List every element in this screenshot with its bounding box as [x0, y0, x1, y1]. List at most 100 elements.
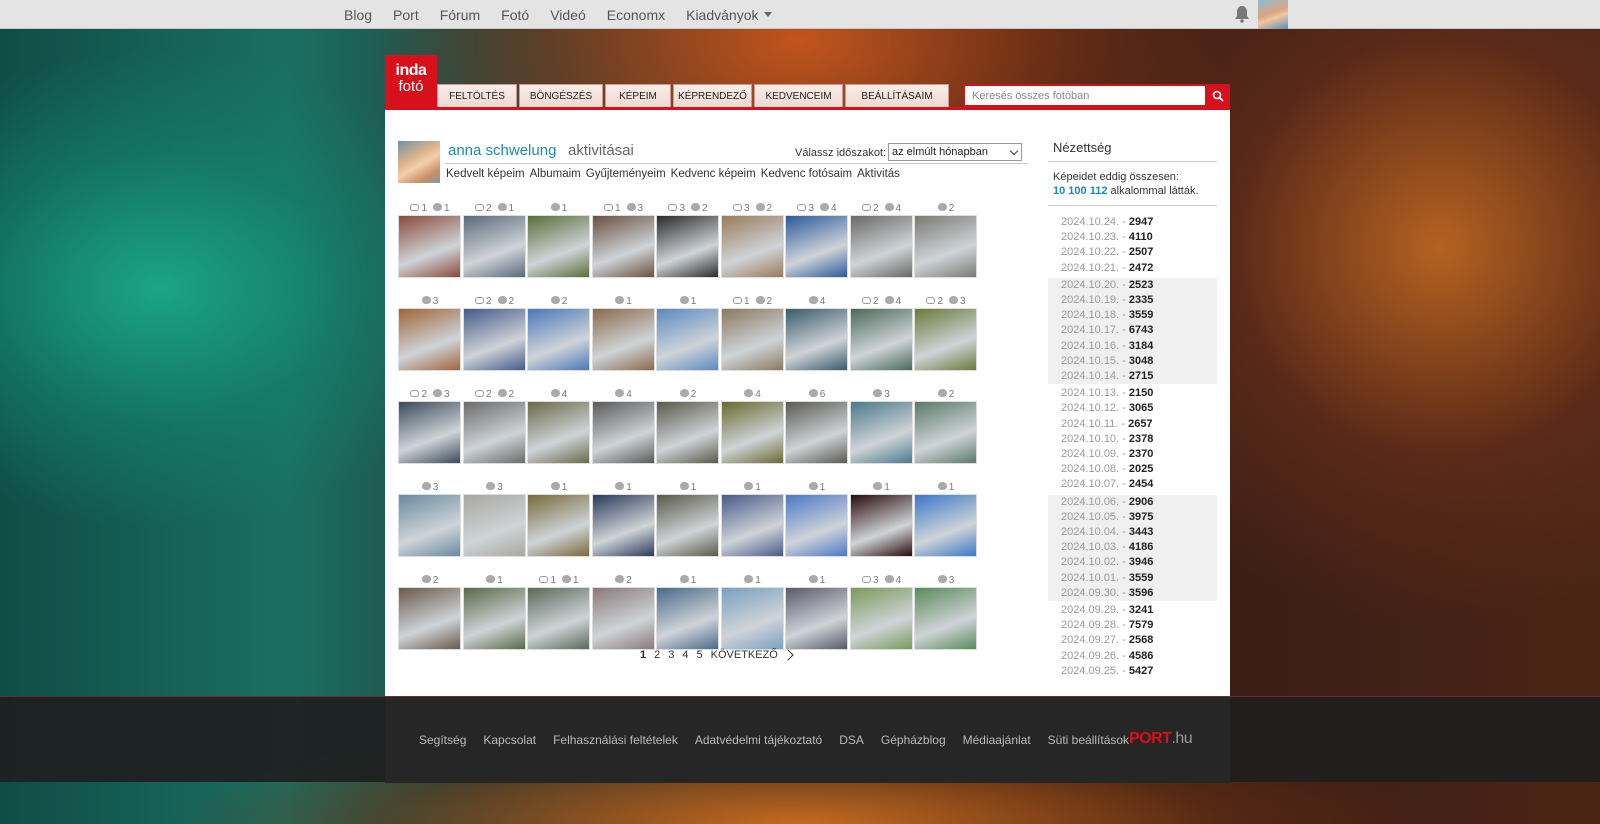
indafoto-logo[interactable]: inda fotó	[385, 55, 437, 107]
photo-thumbnail[interactable]	[914, 494, 977, 557]
page-link-5[interactable]: 5	[697, 649, 703, 661]
profile-sublink[interactable]: Kedvenc képeim	[671, 168, 756, 180]
footer-link[interactable]: Segítség	[419, 733, 466, 747]
photo-thumbnail[interactable]	[720, 308, 784, 371]
photo-thumbnail[interactable]	[720, 587, 784, 650]
photo-thumbnail[interactable]	[785, 401, 848, 464]
top-nav-link-port[interactable]: Port	[393, 7, 419, 23]
photo-thumbnail[interactable]	[527, 587, 590, 650]
photo-thumbnail[interactable]	[591, 215, 655, 278]
top-nav-link-kiadványok[interactable]: Kiadványok	[686, 7, 772, 23]
bell-icon[interactable]	[1234, 5, 1250, 23]
photo-thumbnail[interactable]	[462, 494, 526, 557]
photo-thumbnail[interactable]	[849, 401, 913, 464]
photo-thumbnail[interactable]	[398, 401, 461, 464]
page-link-4[interactable]: 4	[682, 649, 688, 661]
photo-counts: 1	[656, 481, 720, 493]
footer-link[interactable]: Süti beállítások	[1048, 733, 1129, 747]
photo-thumbnail[interactable]	[849, 494, 913, 557]
photo-thumbnail[interactable]	[914, 308, 977, 371]
photo-counts: 23	[398, 388, 462, 400]
photo-thumbnail[interactable]	[462, 587, 526, 650]
heart-icon	[679, 482, 689, 490]
photo-thumbnail[interactable]	[849, 215, 913, 278]
profile-sublink[interactable]: Kedvenc fotósaim	[761, 168, 852, 180]
photo-thumbnail[interactable]	[462, 401, 526, 464]
photo-counts: 1	[592, 295, 656, 307]
photo-counts: 11	[527, 574, 591, 586]
daily-views-row: 2024.10.23. - 4110	[1048, 230, 1217, 245]
page-link-3[interactable]: 3	[668, 649, 674, 661]
photo-thumbnail[interactable]	[914, 587, 977, 650]
photo-thumbnail[interactable]	[398, 215, 461, 278]
footer-link[interactable]: DSA	[839, 733, 864, 747]
profile-sublink[interactable]: Albumaim	[530, 168, 581, 180]
photo-thumbnail[interactable]	[656, 401, 719, 464]
photo-thumbnail[interactable]	[785, 215, 848, 278]
tab-2[interactable]: Képeim	[605, 84, 671, 107]
profile-avatar[interactable]	[398, 141, 440, 183]
like-count: 1	[679, 575, 696, 586]
port-logo[interactable]: PORT.hu	[1129, 730, 1193, 748]
footer-link[interactable]: Felhasználási feltételek	[553, 733, 678, 747]
photo-thumbnail[interactable]	[720, 494, 784, 557]
photo-thumbnail[interactable]	[591, 587, 655, 650]
next-page-link[interactable]: KÖVETKEZŐ	[711, 649, 778, 661]
photo-thumbnail[interactable]	[656, 215, 719, 278]
user-avatar[interactable]	[1258, 0, 1288, 29]
photo-thumbnail[interactable]	[720, 401, 784, 464]
photo-thumbnail[interactable]	[785, 494, 848, 557]
photo-thumbnail[interactable]	[914, 215, 977, 278]
photo-thumbnail[interactable]	[398, 308, 461, 371]
photo-thumbnail[interactable]	[914, 401, 977, 464]
period-select[interactable]: az elmúlt hónapban	[888, 143, 1022, 161]
like-count: 2	[691, 203, 708, 214]
profile-sublink[interactable]: Aktivitás	[857, 168, 900, 180]
photo-thumbnail[interactable]	[720, 215, 784, 278]
photo-thumbnail[interactable]	[849, 308, 913, 371]
tab-5[interactable]: Beállításaim	[845, 84, 949, 107]
photo-thumbnail[interactable]	[785, 587, 848, 650]
tab-4[interactable]: Kedvenceim	[754, 84, 843, 107]
photo-thumbnail[interactable]	[398, 587, 461, 650]
photo-thumbnail[interactable]	[591, 401, 655, 464]
heart-icon	[937, 482, 947, 490]
tab-3[interactable]: Képrendező	[673, 84, 752, 107]
search-button[interactable]	[1205, 84, 1230, 107]
search-icon	[1212, 90, 1224, 102]
photo-thumbnail[interactable]	[527, 401, 590, 464]
photo-thumbnail[interactable]	[591, 308, 655, 371]
photo-thumbnail[interactable]	[527, 215, 590, 278]
daily-views-row: 2024.09.25. - 5427	[1048, 664, 1217, 679]
profile-sublink[interactable]: Kedvelt képeim	[446, 168, 525, 180]
photo-thumbnail[interactable]	[656, 494, 719, 557]
photo-thumbnail[interactable]	[785, 308, 848, 371]
photo-thumbnail[interactable]	[656, 308, 719, 371]
top-nav-link-fórum[interactable]: Fórum	[440, 7, 480, 23]
profile-sublink[interactable]: Gyűjteményeim	[586, 168, 666, 180]
top-nav-link-economx[interactable]: Economx	[607, 7, 665, 23]
top-nav-link-fotó[interactable]: Fotó	[501, 7, 529, 23]
photo-thumbnail[interactable]	[527, 494, 590, 557]
photo-thumbnail[interactable]	[849, 587, 913, 650]
footer-link[interactable]: Adatvédelmi tájékoztató	[695, 733, 822, 747]
top-nav-link-blog[interactable]: Blog	[344, 7, 372, 23]
page-link-2[interactable]: 2	[654, 649, 660, 661]
photo-thumbnail[interactable]	[462, 215, 526, 278]
chevron-right-icon[interactable]	[782, 649, 794, 661]
views-date: 2024.10.17.	[1061, 324, 1120, 337]
search-input[interactable]	[965, 86, 1203, 105]
photo-thumbnail[interactable]	[527, 308, 590, 371]
footer-link[interactable]: Kapcsolat	[483, 733, 536, 747]
photo-thumbnail[interactable]	[591, 494, 655, 557]
tab-0[interactable]: Feltöltés	[437, 84, 517, 107]
tab-1[interactable]: Böngészés	[519, 84, 603, 107]
footer-link[interactable]: Gépházblog	[881, 733, 946, 747]
top-nav-link-videó[interactable]: Videó	[550, 7, 586, 23]
photo-cell: 21	[462, 202, 528, 295]
footer-link[interactable]: Médiaajánlat	[963, 733, 1031, 747]
photo-thumbnail[interactable]	[462, 308, 526, 371]
photo-thumbnail[interactable]	[656, 587, 719, 650]
user-name-link[interactable]: anna schwelung	[448, 142, 556, 159]
photo-thumbnail[interactable]	[398, 494, 461, 557]
